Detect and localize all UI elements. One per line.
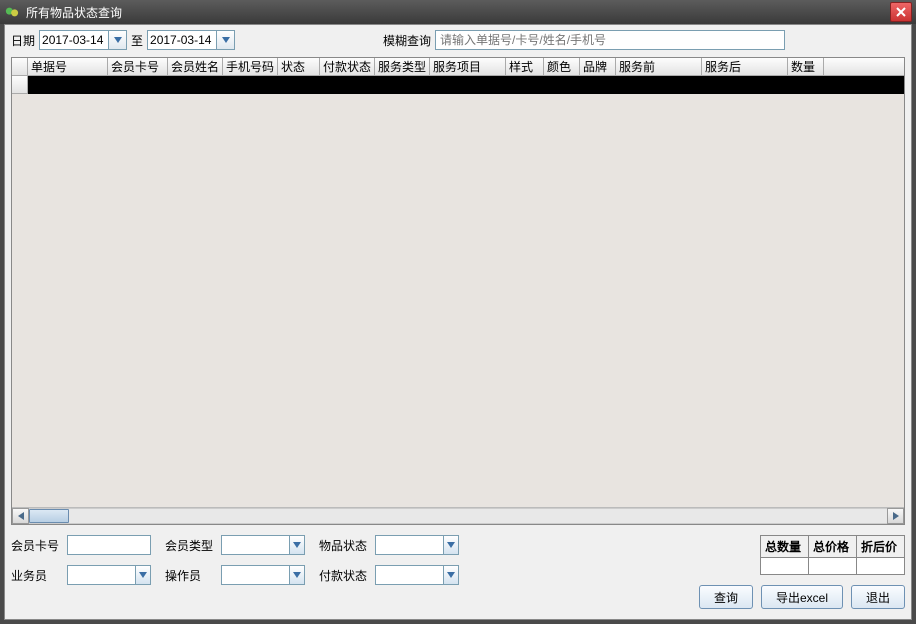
- operator-label: 操作员: [165, 567, 213, 584]
- column-header[interactable]: 数量: [788, 58, 824, 75]
- after-discount-value: [857, 558, 905, 575]
- column-header[interactable]: 单据号: [28, 58, 108, 75]
- column-header[interactable]: 服务类型: [375, 58, 430, 75]
- column-header[interactable]: 样式: [506, 58, 544, 75]
- date-to-label: 至: [131, 32, 143, 49]
- member-card-label: 会员卡号: [11, 537, 59, 554]
- right-panel: 总数量 总价格 折后价 查询 导出excel 退出: [699, 535, 905, 609]
- pay-status-label: 付款状态: [319, 567, 367, 584]
- table-area: 单据号会员卡号会员姓名手机号码状态付款状态服务类型服务项目样式颜色品牌服务前服务…: [11, 57, 905, 525]
- operator-combo[interactable]: [221, 565, 305, 585]
- scroll-right-button[interactable]: [887, 508, 904, 524]
- date-from-input[interactable]: [40, 31, 108, 49]
- fuzzy-search-input[interactable]: [435, 30, 785, 50]
- salesman-combo[interactable]: [67, 565, 151, 585]
- exit-button[interactable]: 退出: [851, 585, 905, 609]
- content-area: 日期 至 模糊查询 单据号会员卡号会员姓名手机号码状态付款状态服务类型服务: [4, 24, 912, 620]
- date-label: 日期: [11, 32, 35, 49]
- table-body: [12, 94, 904, 507]
- toolbar: 日期 至 模糊查询: [5, 25, 911, 55]
- operator-input[interactable]: [222, 566, 289, 584]
- scroll-left-button[interactable]: [12, 508, 29, 524]
- scroll-track[interactable]: [29, 508, 887, 524]
- column-header[interactable]: 服务后: [702, 58, 788, 75]
- table-corner: [12, 58, 28, 75]
- member-card-input[interactable]: [67, 535, 151, 555]
- scroll-thumb[interactable]: [29, 509, 69, 523]
- column-header[interactable]: 服务项目: [430, 58, 506, 75]
- date-to-input[interactable]: [148, 31, 216, 49]
- filter-grid: 会员卡号 会员类型 物品状态 业务员 操作员: [11, 535, 465, 585]
- salesman-dropdown[interactable]: [135, 566, 150, 584]
- total-qty-value: [761, 558, 809, 575]
- export-excel-button[interactable]: 导出excel: [761, 585, 843, 609]
- date-from-dropdown[interactable]: [108, 31, 126, 49]
- titlebar: 所有物品状态查询: [0, 0, 916, 24]
- table-row[interactable]: [12, 76, 904, 94]
- column-header[interactable]: 颜色: [544, 58, 580, 75]
- salesman-label: 业务员: [11, 567, 59, 584]
- table-header: 单据号会员卡号会员姓名手机号码状态付款状态服务类型服务项目样式颜色品牌服务前服务…: [12, 58, 904, 76]
- total-price-header: 总价格: [809, 536, 857, 558]
- item-status-input[interactable]: [376, 536, 443, 554]
- column-header[interactable]: 状态: [278, 58, 320, 75]
- total-price-value: [809, 558, 857, 575]
- date-to-dropdown[interactable]: [216, 31, 234, 49]
- date-from-field[interactable]: [39, 30, 127, 50]
- column-header[interactable]: 手机号码: [223, 58, 278, 75]
- column-header[interactable]: 品牌: [580, 58, 616, 75]
- horizontal-scrollbar[interactable]: [12, 507, 904, 524]
- button-row: 查询 导出excel 退出: [699, 585, 905, 609]
- close-button[interactable]: [890, 2, 912, 22]
- query-button[interactable]: 查询: [699, 585, 753, 609]
- operator-dropdown[interactable]: [289, 566, 304, 584]
- bottom-panel: 会员卡号 会员类型 物品状态 业务员 操作员: [5, 527, 911, 619]
- column-header[interactable]: 付款状态: [320, 58, 375, 75]
- pay-status-combo[interactable]: [375, 565, 459, 585]
- item-status-combo[interactable]: [375, 535, 459, 555]
- after-discount-header: 折后价: [857, 536, 905, 558]
- member-type-label: 会员类型: [165, 537, 213, 554]
- total-qty-header: 总数量: [761, 536, 809, 558]
- row-header: [12, 76, 28, 94]
- item-status-dropdown[interactable]: [443, 536, 458, 554]
- window-title: 所有物品状态查询: [26, 4, 890, 21]
- app-icon: [4, 4, 20, 20]
- pay-status-dropdown[interactable]: [443, 566, 458, 584]
- date-to-field[interactable]: [147, 30, 235, 50]
- fuzzy-search-label: 模糊查询: [383, 32, 431, 49]
- column-header[interactable]: 会员姓名: [168, 58, 223, 75]
- salesman-input[interactable]: [68, 566, 135, 584]
- item-status-label: 物品状态: [319, 537, 367, 554]
- member-type-dropdown[interactable]: [289, 536, 304, 554]
- column-header[interactable]: 会员卡号: [108, 58, 168, 75]
- pay-status-input[interactable]: [376, 566, 443, 584]
- window: 所有物品状态查询 日期 至 模糊查询: [0, 0, 916, 624]
- column-header[interactable]: 服务前: [616, 58, 702, 75]
- member-type-combo[interactable]: [221, 535, 305, 555]
- member-type-input[interactable]: [222, 536, 289, 554]
- summary-table: 总数量 总价格 折后价: [760, 535, 905, 575]
